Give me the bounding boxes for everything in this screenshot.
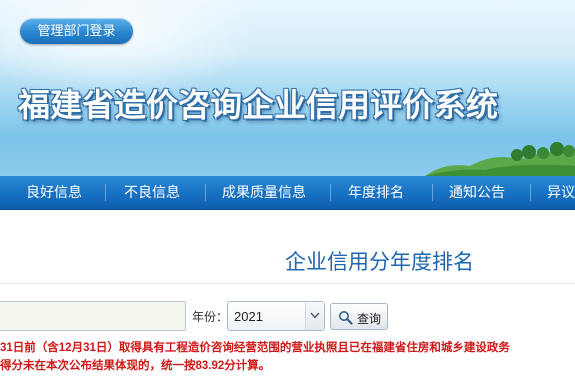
notice-line-1: 31日前（含12月31日）取得具有工程造价咨询经营范围的营业执照且已在福建省住房…: [0, 342, 510, 354]
nav-item-annual-ranking[interactable]: 年度排名: [348, 176, 404, 209]
chevron-down-icon: [305, 302, 324, 330]
nav-divider: [530, 184, 531, 201]
page-title: 企业信用分年度排名: [285, 251, 474, 274]
year-select[interactable]: 2021: [227, 301, 325, 331]
year-select-value: 2021: [234, 309, 263, 324]
search-icon: [339, 311, 353, 325]
header-banner: 管理部门登录 福建省造价咨询企业信用评价系统: [0, 0, 575, 176]
notice-text: 31日前（含12月31日）取得具有工程造价咨询经营范围的营业执照且已在福建省住房…: [0, 339, 575, 375]
nav-divider: [205, 184, 206, 201]
nav-divider: [330, 184, 331, 201]
nav-divider: [105, 184, 106, 201]
hills-trees-decoration: [425, 142, 575, 176]
nav-item-quality-info[interactable]: 成果质量信息: [222, 176, 306, 209]
nav-item-good-info[interactable]: 良好信息: [26, 176, 82, 209]
admin-login-button[interactable]: 管理部门登录: [20, 18, 133, 44]
company-name-input[interactable]: [0, 301, 186, 331]
nav-item-objection[interactable]: 异议: [547, 176, 575, 209]
query-button-label: 查询: [357, 312, 382, 326]
nav-item-notices[interactable]: 通知公告: [449, 176, 505, 209]
nav-divider: [432, 184, 433, 201]
year-label: 年份：: [192, 310, 229, 324]
nav-item-bad-info[interactable]: 不良信息: [124, 176, 180, 209]
heading-divider: [0, 283, 575, 284]
notice-line-2: 得分未在本次公布结果体现的，统一按83.92分计算。: [0, 360, 271, 372]
query-button[interactable]: 查询: [330, 303, 388, 330]
main-nav: 良好信息 不良信息 成果质量信息 年度排名 通知公告 异议: [0, 176, 575, 210]
system-title: 福建省造价咨询企业信用评价系统: [18, 86, 499, 124]
